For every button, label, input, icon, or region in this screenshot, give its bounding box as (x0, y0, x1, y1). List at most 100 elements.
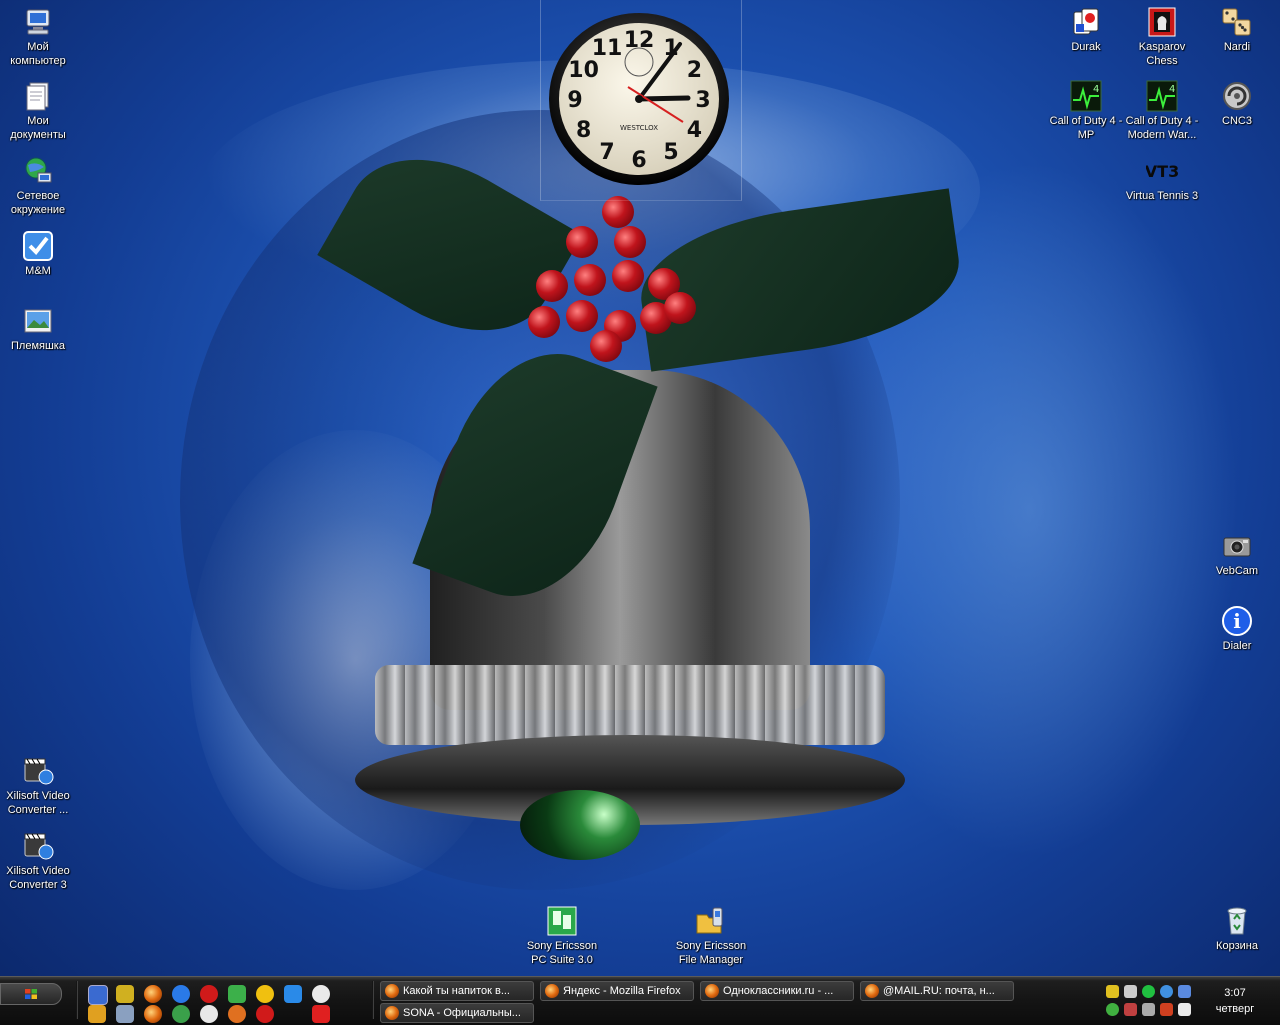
ie-icon[interactable] (172, 985, 190, 1003)
desktop-icon-my-documents[interactable]: Мои документы (0, 80, 76, 142)
antivirus-icon[interactable] (1178, 1003, 1191, 1016)
info-glyph-text: i (1233, 609, 1241, 633)
user-icon[interactable] (1106, 1003, 1119, 1016)
desktop-icon-network-places[interactable]: Сетевое окружение (0, 155, 76, 217)
video-converter-icon (22, 830, 54, 862)
desktop-icon-file-manager[interactable]: Sony Ericsson File Manager (673, 905, 749, 967)
desktop-icon-xilisoft-3[interactable]: Xilisoft Video Converter 3 (0, 830, 76, 892)
smiley-icon[interactable] (256, 985, 274, 1003)
task-button[interactable]: SONA - Официальны... (380, 1003, 534, 1023)
desktop-icon-label: Kasparov Chess (1138, 41, 1186, 67)
desktop-icon-cod4-modern-warfare[interactable]: 4 Call of Duty 4 - Modern War... (1124, 80, 1200, 142)
holly-berry (614, 226, 646, 258)
desktop-icon-label: Корзина (1216, 940, 1258, 952)
clock-numeral: 10 (568, 58, 599, 83)
pc-suite-icon (546, 905, 578, 937)
opera-icon[interactable] (200, 985, 218, 1003)
desktop-icon-mm[interactable]: M&M (0, 230, 76, 278)
pacman-icon[interactable] (200, 1005, 218, 1023)
show-desktop-icon[interactable] (88, 985, 108, 1005)
video-converter-icon (22, 755, 54, 787)
desktop-icon-label: Call of Duty 4 - Modern War... (1125, 115, 1199, 141)
cnc3-icon (1221, 80, 1253, 112)
desktop-icon-xilisoft-1[interactable]: Xilisoft Video Converter ... (0, 755, 76, 817)
system-tray (1096, 981, 1196, 1021)
clock-numeral: 8 (576, 118, 591, 143)
holly-berry (590, 330, 622, 362)
holly-berry (566, 300, 598, 332)
desktop-icon-label: Xilisoft Video Converter 3 (6, 865, 70, 891)
volume-icon[interactable] (1160, 1003, 1173, 1016)
desktop-icon-label: Мои документы (10, 115, 66, 141)
bell-clapper (520, 790, 640, 860)
start-button[interactable] (0, 983, 62, 1005)
messenger-icon[interactable] (228, 985, 246, 1003)
desktop-icon-cnc3[interactable]: CNC3 (1199, 80, 1275, 128)
desktop-icon-pc-suite[interactable]: Sony Ericsson PC Suite 3.0 (524, 905, 600, 967)
cards-game-icon (1070, 6, 1102, 38)
desktop-icon-durak[interactable]: Durak (1048, 6, 1124, 54)
eye-icon[interactable] (1160, 985, 1173, 998)
svg-text:4: 4 (1093, 84, 1099, 95)
network-tray-icon[interactable] (1178, 985, 1191, 998)
clock-numeral: 11 (592, 36, 623, 61)
desktop-icon-label: Сетевое окружение (10, 190, 66, 216)
my-computer-icon (22, 6, 54, 38)
icq-icon[interactable] (1142, 985, 1155, 998)
desktop-icon-my-computer[interactable]: Мой компьютер (0, 6, 76, 68)
firefox-icon (385, 984, 399, 998)
firefox-icon (545, 984, 559, 998)
firefox-icon[interactable] (144, 1005, 162, 1023)
recycle-bin-icon (1221, 905, 1253, 937)
taskbar-clock[interactable]: 3:07 четверг (1198, 985, 1272, 1017)
desktop-icon-label: Call of Duty 4 - MP (1049, 115, 1123, 141)
network-icon[interactable] (116, 985, 134, 1003)
task-button[interactable]: Какой ты напиток в... (380, 981, 534, 1001)
usb-icon[interactable] (1124, 985, 1137, 998)
opera-icon[interactable] (256, 1005, 274, 1023)
monitor-icon[interactable] (1124, 1003, 1137, 1016)
holly-berry (664, 292, 696, 324)
desktop-icon-label: Virtua Tennis 3 (1125, 190, 1199, 202)
task-title: SONA - Официальны... (403, 1007, 521, 1019)
windows-flag-icon (25, 989, 37, 999)
desktop-icon-label: Мой компьютер (10, 41, 66, 67)
desktop-icon-nardi[interactable]: Nardi (1199, 6, 1275, 54)
chrome-icon[interactable] (172, 1005, 190, 1023)
task-title: Какой ты напиток в... (403, 985, 510, 997)
box-icon[interactable] (116, 1005, 134, 1023)
clock-numeral: 9 (567, 88, 582, 113)
task-button[interactable]: @MAIL.RU: почта, н... (860, 981, 1014, 1001)
task-button[interactable]: Одноклассники.ru - ... (700, 981, 854, 1001)
device-icon[interactable] (1142, 1003, 1155, 1016)
clock-numeral: 12 (624, 28, 655, 53)
firefox-icon[interactable] (144, 985, 162, 1003)
clock-numeral: 2 (687, 58, 702, 83)
tool-icon[interactable] (88, 1005, 106, 1023)
task-button[interactable]: Яндекс - Mozilla Firefox (540, 981, 694, 1001)
network-places-icon (22, 155, 54, 187)
vt3-glyph-text: VT3 (1146, 162, 1178, 181)
clock-gadget[interactable]: 12 1 2 3 4 5 6 7 8 9 10 11 WESTCLOX (548, 12, 730, 186)
task-title: Яндекс - Mozilla Firefox (563, 985, 681, 997)
desktop-icon-virtua-tennis[interactable]: VT3 Virtua Tennis 3 (1124, 155, 1200, 203)
media-player-icon[interactable] (228, 1005, 246, 1023)
red-app-icon[interactable] (312, 1005, 330, 1023)
desktop-icon-dialer[interactable]: i Dialer (1199, 605, 1275, 653)
desktop-icon-vebcam[interactable]: VebCam (1199, 530, 1275, 578)
desktop-icon-label: M&M (25, 265, 51, 277)
shield-icon[interactable] (1106, 985, 1119, 998)
desktop-icon-plemyashka[interactable]: Племяшка (0, 305, 76, 353)
mail-icon[interactable] (284, 985, 302, 1003)
desktop-icon-label: VebCam (1215, 565, 1259, 577)
taskbar-time: 3:07 (1224, 987, 1246, 999)
bell-band (375, 665, 885, 745)
clock-numeral: 5 (663, 140, 678, 165)
desktop-icon-recycle-bin[interactable]: Корзина (1199, 905, 1275, 953)
media-icon[interactable] (312, 985, 330, 1003)
cod4-icon: 4 (1070, 80, 1102, 112)
task-title: Одноклассники.ru - ... (723, 985, 834, 997)
desktop-icon-kasparov-chess[interactable]: Kasparov Chess (1124, 6, 1200, 68)
picture-icon (22, 305, 54, 337)
desktop-icon-cod4-mp[interactable]: 4 Call of Duty 4 - MP (1048, 80, 1124, 142)
